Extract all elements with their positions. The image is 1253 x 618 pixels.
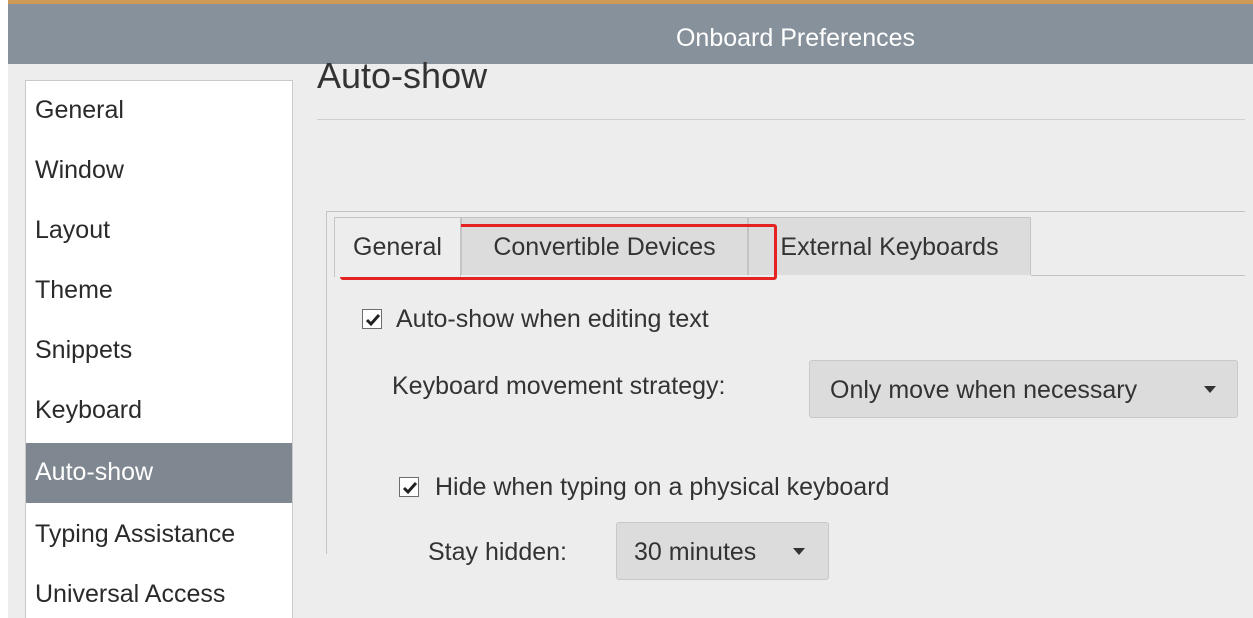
dropdown-value: 30 minutes [634,538,757,566]
tab-strip-line [1031,275,1245,276]
sidebar-item-universal-access[interactable]: Universal Access [26,565,292,618]
stay-hidden-label: Stay hidden: [428,538,567,566]
chevron-down-icon [1204,386,1216,393]
title-divider [317,119,1245,120]
sidebar-item-layout[interactable]: Layout [26,201,292,261]
sidebar-item-typing-assistance[interactable]: Typing Assistance [26,505,292,565]
hide-on-physical-label[interactable]: Hide when typing on a physical keyboard [435,473,889,502]
sidebar-item-general[interactable]: General [26,81,292,141]
sidebar-item-snippets[interactable]: Snippets [26,321,292,381]
title-bar[interactable]: Onboard Preferences [8,0,1253,64]
sidebar-item-label: Window [35,156,124,184]
tab-external-keyboards[interactable]: External Keyboards [748,217,1031,275]
page-title: Auto-show [317,55,488,96]
dropdown-value: Only move when necessary [830,376,1138,404]
sidebar-item-label: Typing Assistance [35,520,236,548]
tab-label: General [353,233,442,261]
sidebar-item-label: Keyboard [35,396,143,424]
sidebar-item-label: Universal Access [35,580,226,608]
stay-hidden-dropdown[interactable]: 30 minutes [616,522,829,580]
sidebar: General Window Layout Theme Snippets Key… [25,80,293,618]
chevron-down-icon [793,548,805,555]
tab-label: External Keyboards [780,233,999,261]
sidebar-item-label: Layout [35,216,111,244]
window-title: Onboard Preferences [675,24,916,52]
sidebar-item-keyboard[interactable]: Keyboard [26,381,292,441]
tab-general[interactable]: General [334,217,461,277]
auto-show-checkbox[interactable] [362,309,382,329]
hide-on-physical-checkbox[interactable] [399,477,419,497]
sidebar-item-label: General [35,96,124,124]
checkmark-icon [402,482,418,495]
sidebar-item-label: Snippets [35,336,133,364]
auto-show-label[interactable]: Auto-show when editing text [396,305,709,334]
sidebar-item-window[interactable]: Window [26,141,292,201]
sidebar-item-theme[interactable]: Theme [26,261,292,321]
checkmark-icon [365,314,381,327]
movement-strategy-dropdown[interactable]: Only move when necessary [809,360,1238,418]
sidebar-item-label: Theme [35,276,113,304]
movement-strategy-label: Keyboard movement strategy: [392,372,726,400]
preferences-window: Onboard Preferences General Window Layou… [0,0,1253,618]
sidebar-item-auto-show[interactable]: Auto-show [26,443,292,503]
sidebar-item-label: Auto-show [35,458,154,486]
